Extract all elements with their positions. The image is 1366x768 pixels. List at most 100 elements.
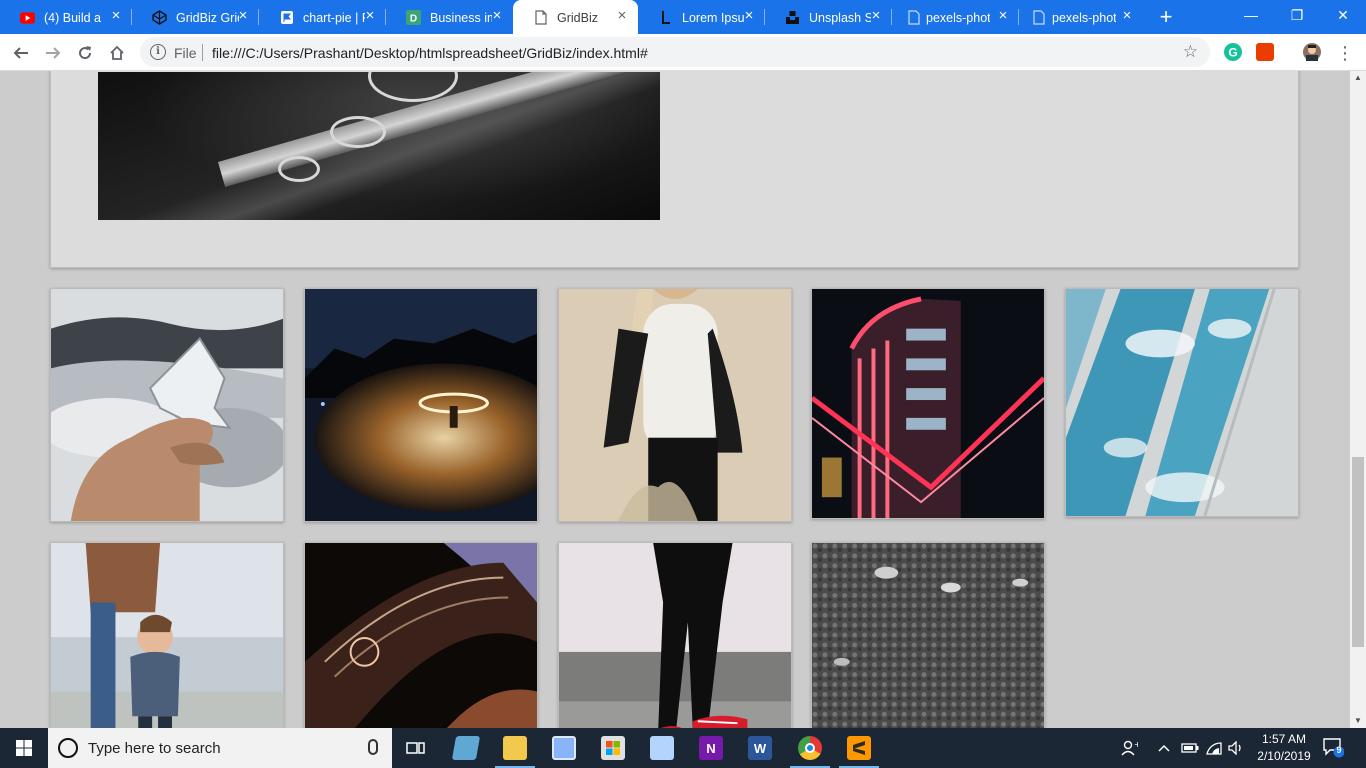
battery-icon[interactable] bbox=[1181, 728, 1199, 768]
tab-pexels-1[interactable]: pexels-phot × bbox=[892, 0, 1019, 34]
scrollbar-thumb[interactable] bbox=[1352, 457, 1364, 647]
menu-kebab-icon[interactable]: ⋮ bbox=[1332, 40, 1358, 66]
tab-pexels-2[interactable]: pexels-phot × bbox=[1019, 0, 1143, 34]
info-icon[interactable]: i bbox=[150, 44, 166, 60]
bookmark-star-icon[interactable]: ☆ bbox=[1183, 42, 1198, 62]
forest-aerial-bw-photo[interactable] bbox=[811, 542, 1045, 728]
close-window-button[interactable]: ✕ bbox=[1320, 0, 1366, 34]
glass-facade-sky-photo[interactable] bbox=[1065, 288, 1299, 517]
taskbar-search-box[interactable]: Type here to search bbox=[48, 728, 392, 768]
action-center-icon[interactable]: 9 bbox=[1322, 736, 1345, 758]
neon-building-photo[interactable] bbox=[811, 288, 1045, 519]
close-tab-icon[interactable]: × bbox=[489, 8, 505, 24]
photos-app-icon[interactable] bbox=[552, 736, 576, 760]
people-icon[interactable]: + bbox=[1120, 728, 1138, 768]
tab-lorem-ipsum[interactable]: Lorem Ipsum × bbox=[638, 0, 765, 34]
address-divider bbox=[202, 44, 203, 61]
sublime-text-icon[interactable] bbox=[839, 736, 879, 768]
svg-text:D: D bbox=[410, 14, 417, 25]
store-icon[interactable] bbox=[601, 736, 625, 760]
codepen-icon bbox=[152, 10, 167, 25]
grammarly-icon[interactable]: G bbox=[1224, 43, 1242, 61]
tab-chart-pie[interactable]: chart-pie | F × bbox=[259, 0, 386, 34]
clock-date: 2/10/2019 bbox=[1257, 749, 1311, 763]
child-on-beach-photo[interactable] bbox=[50, 542, 284, 728]
network-app-icon[interactable] bbox=[650, 736, 674, 760]
back-arrow-icon bbox=[13, 47, 28, 59]
close-tab-icon[interactable]: × bbox=[362, 8, 378, 24]
tab-strip: (4) Build a R × GridBiz Grid × chart-pie… bbox=[0, 0, 1366, 34]
minimize-button[interactable]: — bbox=[1228, 0, 1274, 34]
tab-business-images[interactable]: D Business im × bbox=[386, 0, 513, 34]
tab-unsplash[interactable]: Unsplash Sc × bbox=[765, 0, 892, 34]
page-viewport bbox=[0, 71, 1350, 728]
steel-wool-light-painting-photo[interactable] bbox=[304, 288, 538, 522]
windows-taskbar: Type here to search N W + 1:57 AM 2/10/2… bbox=[0, 728, 1366, 768]
file-explorer-icon[interactable] bbox=[495, 736, 535, 768]
start-button[interactable] bbox=[0, 728, 48, 768]
clock-time: 1:57 AM bbox=[1261, 732, 1307, 746]
tab-title: (4) Build a R bbox=[44, 11, 102, 25]
home-button[interactable] bbox=[104, 40, 130, 66]
word-icon[interactable]: W bbox=[748, 736, 772, 760]
hero-panel bbox=[50, 71, 1299, 268]
reload-icon bbox=[79, 46, 92, 60]
tab-title: Unsplash Sc bbox=[809, 11, 871, 25]
close-tab-icon[interactable]: × bbox=[614, 8, 630, 24]
ice-crystal-hand-photo[interactable] bbox=[50, 288, 284, 522]
tab-gridbiz-active[interactable]: GridBiz × bbox=[513, 0, 638, 34]
svg-text:+: + bbox=[1134, 740, 1138, 749]
close-tab-icon[interactable]: × bbox=[868, 8, 884, 24]
close-tab-icon[interactable]: × bbox=[741, 8, 757, 24]
scheme-label: File bbox=[174, 45, 197, 61]
tab-youtube[interactable]: (4) Build a R × bbox=[0, 0, 132, 34]
office-icon[interactable] bbox=[1256, 43, 1274, 61]
youtube-icon bbox=[20, 10, 35, 25]
chrome-icon[interactable] bbox=[790, 736, 830, 768]
forward-button[interactable] bbox=[40, 40, 66, 66]
url-text[interactable]: file:///C:/Users/Prashant/Desktop/htmlsp… bbox=[212, 45, 648, 61]
profile-avatar[interactable] bbox=[1303, 43, 1321, 61]
back-button[interactable] bbox=[8, 40, 34, 66]
tab-title: GridBiz Grid bbox=[176, 11, 239, 25]
restore-button[interactable]: ❐ bbox=[1274, 0, 1320, 34]
reload-button[interactable] bbox=[72, 40, 98, 66]
show-hidden-icons-icon[interactable] bbox=[1157, 728, 1171, 768]
d-icon: D bbox=[406, 10, 421, 25]
tab-title: pexels-phot bbox=[926, 11, 990, 25]
close-tab-icon[interactable]: × bbox=[995, 8, 1011, 24]
volume-icon[interactable] bbox=[1228, 728, 1244, 768]
hero-image bbox=[98, 72, 660, 220]
home-icon bbox=[110, 45, 124, 60]
windows-logo-icon bbox=[16, 740, 32, 756]
task-view-icon[interactable] bbox=[404, 736, 428, 760]
wifi-icon[interactable] bbox=[1205, 728, 1223, 768]
red-sneakers-street-photo[interactable] bbox=[558, 542, 792, 728]
new-tab-button[interactable]: + bbox=[1154, 5, 1178, 29]
close-tab-icon[interactable]: × bbox=[108, 8, 124, 24]
notes-app-icon[interactable] bbox=[451, 736, 481, 760]
cortana-icon bbox=[58, 738, 78, 758]
tab-title: GridBiz bbox=[557, 11, 598, 25]
l-icon bbox=[658, 10, 673, 25]
classic-car-detail-photo[interactable] bbox=[304, 542, 538, 728]
page-icon bbox=[906, 10, 921, 25]
tab-title: Lorem Ipsum bbox=[682, 11, 744, 25]
close-tab-icon[interactable]: × bbox=[235, 8, 251, 24]
browser-toolbar: i File file:///C:/Users/Prashant/Desktop… bbox=[0, 34, 1366, 71]
system-clock[interactable]: 1:57 AM 2/10/2019 bbox=[1248, 731, 1320, 765]
tab-title: chart-pie | F bbox=[303, 11, 365, 25]
woman-fringe-jacket-photo[interactable] bbox=[558, 288, 792, 522]
tab-title: pexels-phot bbox=[1052, 11, 1116, 25]
forward-arrow-icon bbox=[46, 47, 61, 59]
page-icon bbox=[533, 10, 548, 25]
vertical-scrollbar[interactable]: ▲ ▼ bbox=[1350, 71, 1366, 728]
tab-gridbiz-grid[interactable]: GridBiz Grid × bbox=[132, 0, 259, 34]
onenote-icon[interactable]: N bbox=[699, 736, 723, 760]
svg-text:G: G bbox=[1228, 46, 1237, 60]
address-bar[interactable]: i File file:///C:/Users/Prashant/Desktop… bbox=[140, 37, 1210, 67]
microphone-icon[interactable] bbox=[368, 739, 378, 755]
scroll-up-arrow-icon[interactable]: ▲ bbox=[1350, 71, 1366, 85]
scroll-down-arrow-icon[interactable]: ▼ bbox=[1350, 714, 1366, 728]
close-tab-icon[interactable]: × bbox=[1119, 8, 1135, 24]
